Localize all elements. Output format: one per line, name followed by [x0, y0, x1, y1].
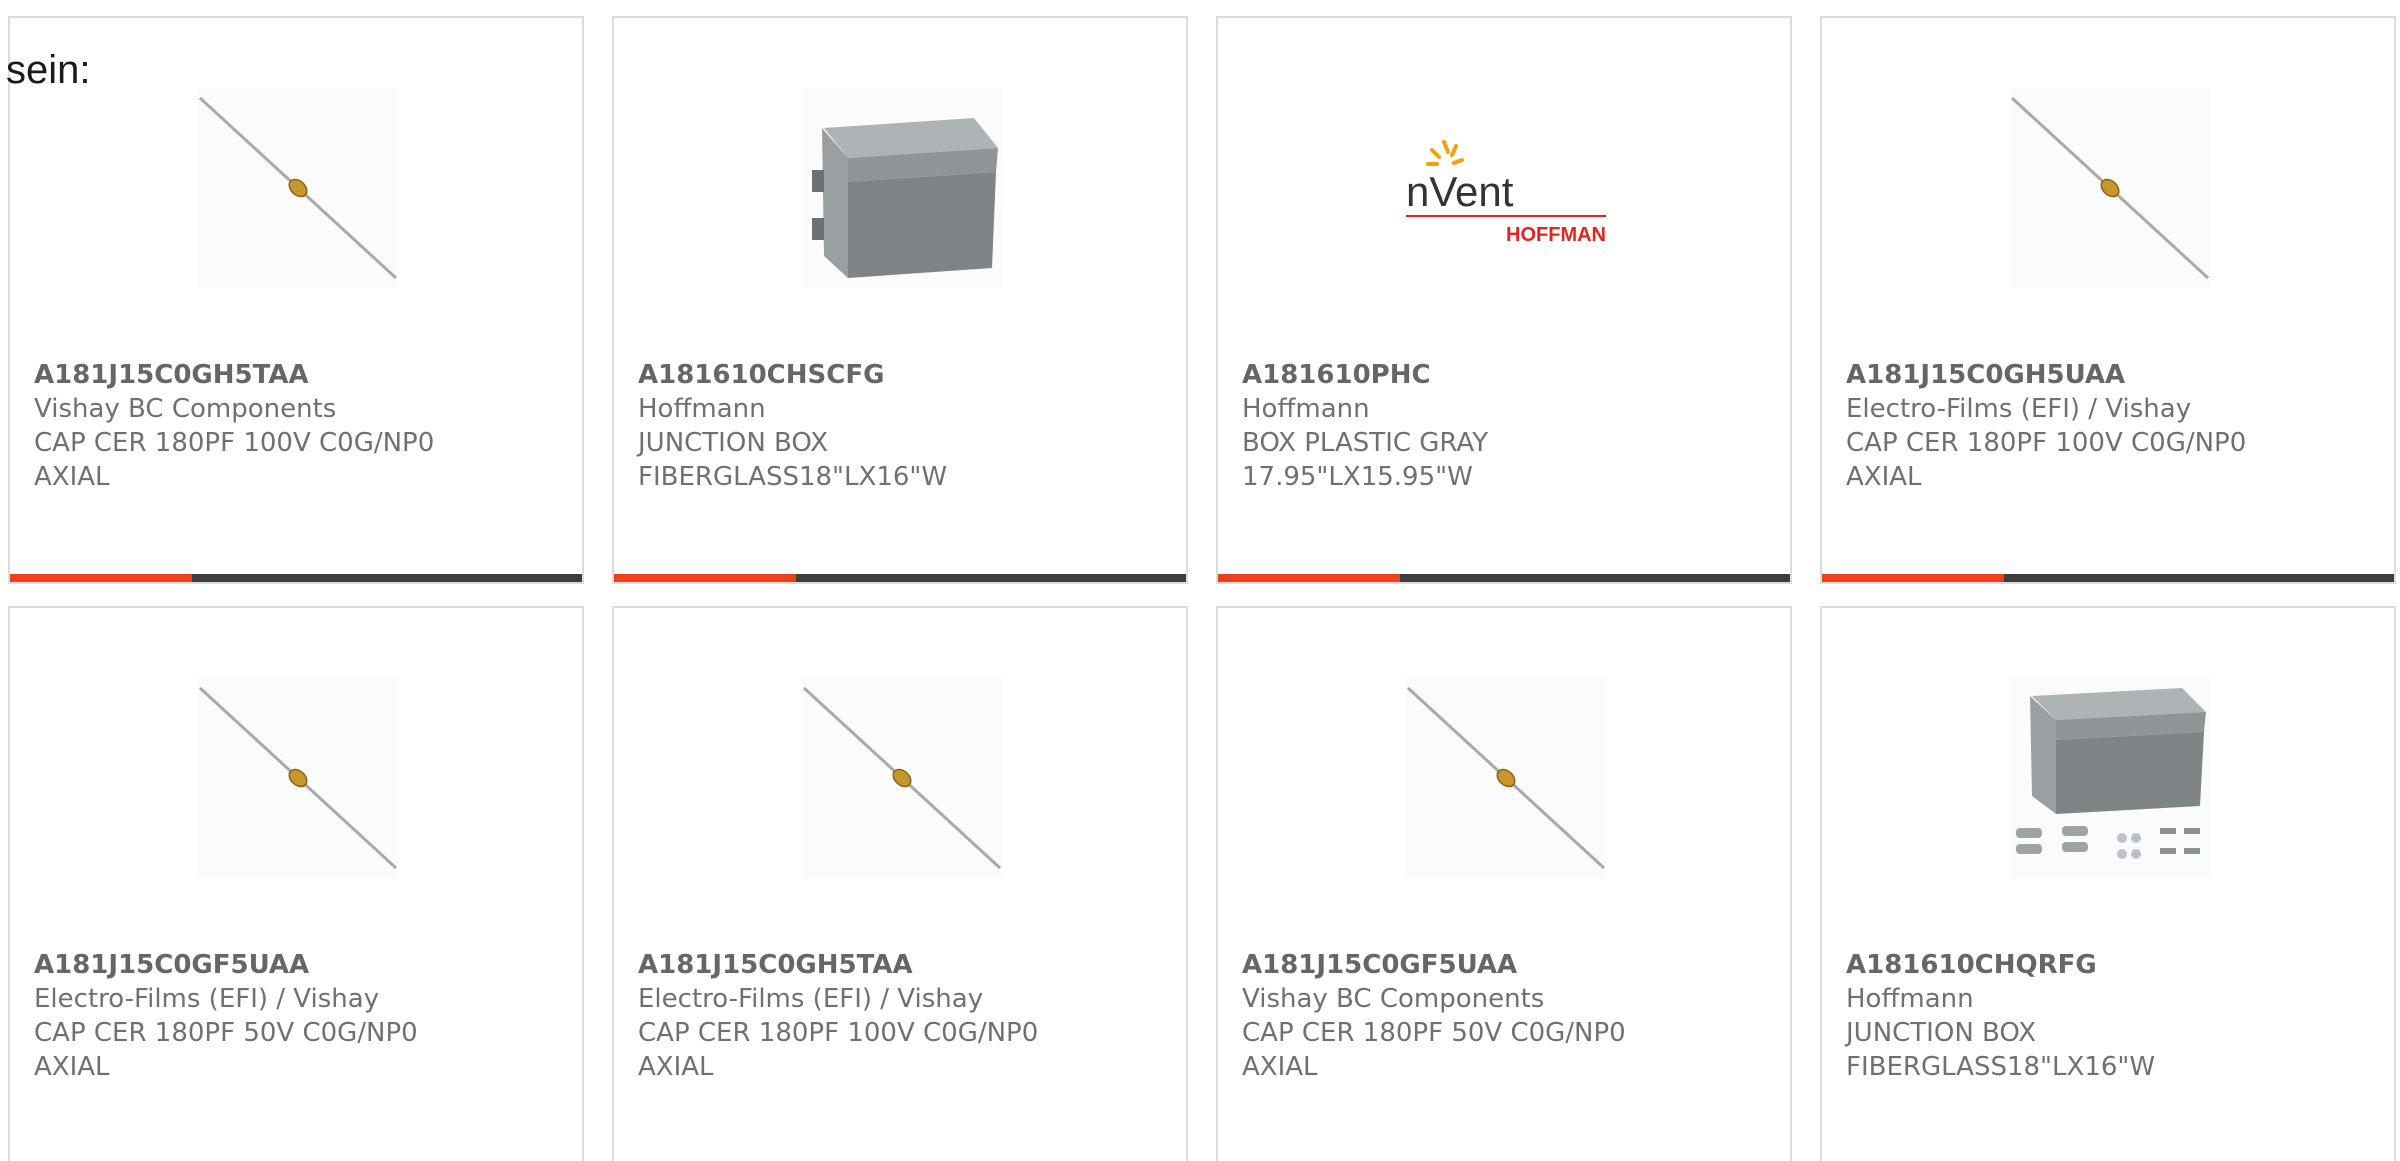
part-number-link[interactable]: A181610CHSCFG: [638, 358, 1162, 392]
product-card[interactable]: A181J15C0GH5TAA Electro-Films (EFI) / Vi…: [612, 606, 1188, 1161]
description-line-2: AXIAL: [34, 1052, 110, 1082]
description-line-2: FIBERGLASS18"LX16"W: [1846, 1052, 2156, 1082]
card-accent-bar: [10, 574, 582, 582]
axial-capacitor-image: [1406, 678, 1606, 878]
manufacturer: Hoffmann: [1242, 394, 1370, 424]
axial-capacitor-image: [198, 88, 398, 288]
description-line-1: JUNCTION BOX: [1846, 1018, 2037, 1048]
description-line-1: BOX PLASTIC GRAY: [1242, 428, 1489, 458]
description-line-1: CAP CER 180PF 100V C0G/NP0: [1846, 428, 2247, 458]
logo-sub: HOFFMAN: [1506, 224, 1606, 246]
axial-capacitor-image: [802, 678, 1002, 878]
product-card[interactable]: A181610CHQRFG Hoffmann JUNCTION BOX FIBE…: [1820, 606, 2396, 1161]
description-line-2: AXIAL: [1846, 462, 1922, 492]
axial-capacitor-image: [198, 678, 398, 878]
junction-box-kit-image: [2010, 678, 2210, 878]
part-number-link[interactable]: A181J15C0GF5UAA: [34, 948, 558, 982]
manufacturer: Electro-Films (EFI) / Vishay: [638, 984, 984, 1014]
description-line-1: JUNCTION BOX: [638, 428, 829, 458]
manufacturer: Vishay BC Components: [1242, 984, 1545, 1014]
product-card[interactable]: A181J15C0GF5UAA Electro-Films (EFI) / Vi…: [8, 606, 584, 1161]
manufacturer: Vishay BC Components: [34, 394, 337, 424]
logo-word: nVent: [1406, 168, 1514, 215]
product-card[interactable]: A181J15C0GH5TAA Vishay BC Components CAP…: [8, 16, 584, 584]
description-line-1: CAP CER 180PF 50V C0G/NP0: [1242, 1018, 1626, 1048]
product-card[interactable]: A181610CHSCFG Hoffmann JUNCTION BOX FIBE…: [612, 16, 1188, 584]
manufacturer: Hoffmann: [1846, 984, 1974, 1014]
part-number-link[interactable]: A181J15C0GF5UAA: [1242, 948, 1766, 982]
product-card[interactable]: nVent HOFFMAN A181610PHC Hoffmann BOX PL…: [1216, 16, 1792, 584]
card-accent-bar: [1822, 574, 2394, 582]
description-line-2: AXIAL: [1242, 1052, 1318, 1082]
description-line-2: AXIAL: [638, 1052, 714, 1082]
manufacturer: Hoffmann: [638, 394, 766, 424]
part-number-link[interactable]: A181J15C0GH5TAA: [638, 948, 1162, 982]
manufacturer: Electro-Films (EFI) / Vishay: [34, 984, 380, 1014]
part-number-link[interactable]: A181J15C0GH5TAA: [34, 358, 558, 392]
part-number-link[interactable]: A181J15C0GH5UAA: [1846, 358, 2370, 392]
manufacturer: Electro-Films (EFI) / Vishay: [1846, 394, 2192, 424]
intro-text: sein:: [6, 48, 91, 92]
description-line-1: CAP CER 180PF 100V C0G/NP0: [638, 1018, 1039, 1048]
axial-capacitor-image: [2010, 88, 2210, 288]
product-card[interactable]: A181J15C0GH5UAA Electro-Films (EFI) / Vi…: [1820, 16, 2396, 584]
junction-box-image: [802, 88, 1002, 288]
product-card[interactable]: A181J15C0GF5UAA Vishay BC Components CAP…: [1216, 606, 1792, 1161]
part-number-link[interactable]: A181610PHC: [1242, 358, 1766, 392]
description-line-2: AXIAL: [34, 462, 110, 492]
nvent-hoffman-logo: nVent HOFFMAN: [1406, 88, 1606, 288]
card-accent-bar: [1218, 574, 1790, 582]
description-line-1: CAP CER 180PF 50V C0G/NP0: [34, 1018, 418, 1048]
description-line-2: FIBERGLASS18"LX16"W: [638, 462, 948, 492]
description-line-1: CAP CER 180PF 100V C0G/NP0: [34, 428, 435, 458]
part-number-link[interactable]: A181610CHQRFG: [1846, 948, 2370, 982]
card-accent-bar: [614, 574, 1186, 582]
description-line-2: 17.95"LX15.95"W: [1242, 462, 1473, 492]
